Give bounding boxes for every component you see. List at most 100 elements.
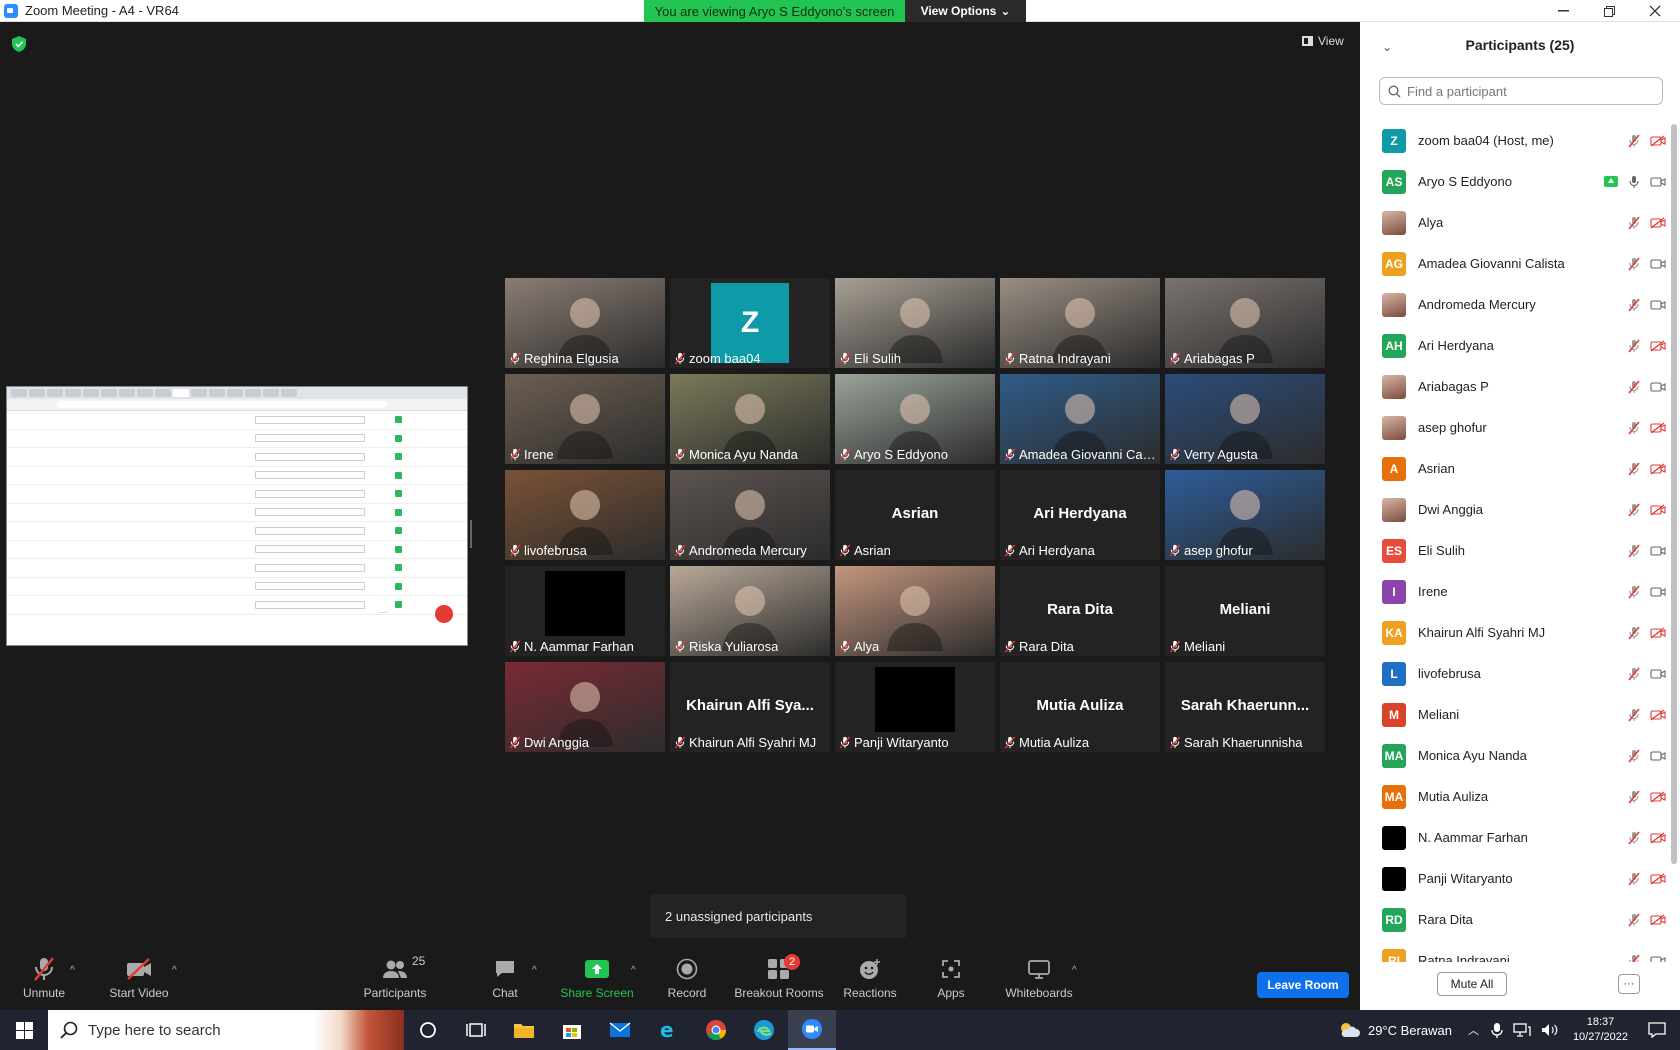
- file-explorer-button[interactable]: [500, 1010, 548, 1050]
- share-screen-button[interactable]: Share Screen: [560, 938, 634, 1010]
- participant-row[interactable]: Panji Witaryanto: [1360, 858, 1674, 899]
- participant-row[interactable]: AH Ari Herdyana: [1360, 325, 1674, 366]
- record-button[interactable]: Record: [666, 938, 708, 1010]
- participant-row[interactable]: Llivofebrusa: [1360, 653, 1674, 694]
- reactions-button[interactable]: Reactions: [843, 938, 897, 1010]
- mic-muted-icon[interactable]: [1628, 584, 1640, 599]
- leave-room-button[interactable]: Leave Room: [1257, 972, 1349, 998]
- video-off-icon[interactable]: [1650, 421, 1666, 434]
- mic-muted-icon[interactable]: [1628, 133, 1640, 148]
- chat-button[interactable]: Chat: [485, 938, 525, 1010]
- participant-row[interactable]: KA Khairun Alfi Syahri MJ: [1360, 612, 1674, 653]
- participant-list-scrollbar[interactable]: [1671, 124, 1677, 864]
- taskbar-clock[interactable]: 18:37 10/27/2022: [1573, 1015, 1628, 1045]
- audio-options-caret[interactable]: ^: [70, 965, 75, 976]
- video-on-icon[interactable]: [1650, 750, 1666, 762]
- video-tile[interactable]: Andromeda Mercury: [670, 470, 830, 560]
- video-off-icon[interactable]: [1650, 339, 1666, 352]
- start-video-button[interactable]: Start Video: [104, 938, 174, 1010]
- share-options-caret[interactable]: ^: [631, 965, 636, 976]
- video-tile[interactable]: Verry Agusta: [1165, 374, 1325, 464]
- view-button[interactable]: View: [1302, 34, 1344, 48]
- unmute-button[interactable]: Unmute: [22, 938, 66, 1010]
- notifications-icon[interactable]: [1648, 1022, 1666, 1038]
- mic-muted-icon[interactable]: [1628, 461, 1640, 476]
- task-view-button[interactable]: [452, 1010, 500, 1050]
- video-tile[interactable]: Mutia Auliza Mutia Auliza: [1000, 662, 1160, 752]
- mic-muted-icon[interactable]: [1628, 953, 1640, 963]
- video-tile[interactable]: Riska Yuliarosa: [670, 566, 830, 656]
- mic-muted-icon[interactable]: [1628, 666, 1640, 681]
- video-tile[interactable]: livofebrusa: [505, 470, 665, 560]
- mic-muted-icon[interactable]: [1628, 297, 1640, 312]
- participant-search-input[interactable]: [1407, 83, 1647, 99]
- participant-row[interactable]: RI Ratna Indrayani: [1360, 940, 1674, 962]
- mic-muted-icon[interactable]: [1628, 420, 1640, 435]
- participant-row[interactable]: I Irene: [1360, 571, 1674, 612]
- participant-row[interactable]: N. Aammar Farhan: [1360, 817, 1674, 858]
- video-tile[interactable]: Rara Dita Rara Dita: [1000, 566, 1160, 656]
- participant-row[interactable]: AG Amadea Giovanni Calista: [1360, 243, 1674, 284]
- participant-row[interactable]: asep ghofur: [1360, 407, 1674, 448]
- video-off-icon[interactable]: [1650, 503, 1666, 516]
- participant-row[interactable]: MA Mutia Auliza: [1360, 776, 1674, 817]
- weather-text[interactable]: 29°C Berawan: [1368, 1023, 1452, 1038]
- mic-muted-icon[interactable]: [1628, 830, 1640, 845]
- video-tile[interactable]: Asrian Asrian: [835, 470, 995, 560]
- participants-button[interactable]: 25 Participants: [360, 938, 430, 1010]
- network-icon[interactable]: [1513, 1023, 1531, 1037]
- video-off-icon[interactable]: [1650, 216, 1666, 229]
- video-tile[interactable]: asep ghofur: [1165, 470, 1325, 560]
- edge-button[interactable]: [740, 1010, 788, 1050]
- internet-explorer-button[interactable]: e: [644, 1010, 692, 1050]
- mic-muted-icon[interactable]: [1628, 707, 1640, 722]
- taskbar-search[interactable]: Type here to search: [48, 1010, 404, 1050]
- mic-on-icon[interactable]: [1628, 175, 1640, 189]
- chrome-button[interactable]: [692, 1010, 740, 1050]
- video-off-icon[interactable]: [1650, 831, 1666, 844]
- chat-options-caret[interactable]: ^: [532, 965, 537, 976]
- mic-muted-icon[interactable]: [1628, 502, 1640, 517]
- participant-row[interactable]: ES Eli Sulih: [1360, 530, 1674, 571]
- close-button[interactable]: [1632, 0, 1678, 22]
- split-view-divider[interactable]: [470, 520, 472, 548]
- video-tile[interactable]: Sarah Khaerunn... Sarah Khaerunnisha: [1165, 662, 1325, 752]
- view-options-button[interactable]: View Options ⌄: [905, 0, 1026, 22]
- mic-muted-icon[interactable]: [1628, 379, 1640, 394]
- encryption-shield-icon[interactable]: [12, 36, 26, 52]
- video-off-icon[interactable]: [1650, 790, 1666, 803]
- participant-row[interactable]: Alya: [1360, 202, 1674, 243]
- minimize-button[interactable]: [1540, 0, 1586, 22]
- video-tile[interactable]: Panji Witaryanto: [835, 662, 995, 752]
- collapse-chevron-icon[interactable]: ⌄: [1382, 40, 1392, 54]
- mic-muted-icon[interactable]: [1628, 871, 1640, 886]
- video-on-icon[interactable]: [1650, 381, 1666, 393]
- video-on-icon[interactable]: [1650, 176, 1666, 188]
- mic-muted-icon[interactable]: [1628, 543, 1640, 558]
- video-tile[interactable]: Irene: [505, 374, 665, 464]
- participant-row[interactable]: RD Rara Dita: [1360, 899, 1674, 940]
- video-options-caret[interactable]: ^: [172, 965, 177, 976]
- video-on-icon[interactable]: [1650, 586, 1666, 598]
- mute-all-button[interactable]: Mute All: [1437, 972, 1507, 996]
- video-on-icon[interactable]: [1650, 258, 1666, 270]
- video-tile[interactable]: Ariabagas P: [1165, 278, 1325, 368]
- participant-row[interactable]: A Asrian: [1360, 448, 1674, 489]
- video-off-icon[interactable]: [1650, 134, 1666, 147]
- video-tile[interactable]: Amadea Giovanni Cal...: [1000, 374, 1160, 464]
- participant-search[interactable]: [1379, 77, 1663, 105]
- participant-row[interactable]: Andromeda Mercury: [1360, 284, 1674, 325]
- participant-row[interactable]: Ariabagas P: [1360, 366, 1674, 407]
- whiteboard-options-caret[interactable]: ^: [1072, 965, 1077, 976]
- cortana-button[interactable]: [404, 1010, 452, 1050]
- video-off-icon[interactable]: [1650, 872, 1666, 885]
- mic-muted-icon[interactable]: [1628, 789, 1640, 804]
- video-off-icon[interactable]: [1650, 708, 1666, 721]
- apps-button[interactable]: Apps: [930, 938, 972, 1010]
- video-tile[interactable]: Aryo S Eddyono: [835, 374, 995, 464]
- video-tile[interactable]: Monica Ayu Nanda: [670, 374, 830, 464]
- participant-row[interactable]: M Meliani: [1360, 694, 1674, 735]
- video-off-icon[interactable]: [1650, 462, 1666, 475]
- video-tile[interactable]: Meliani Meliani: [1165, 566, 1325, 656]
- volume-icon[interactable]: [1541, 1023, 1559, 1037]
